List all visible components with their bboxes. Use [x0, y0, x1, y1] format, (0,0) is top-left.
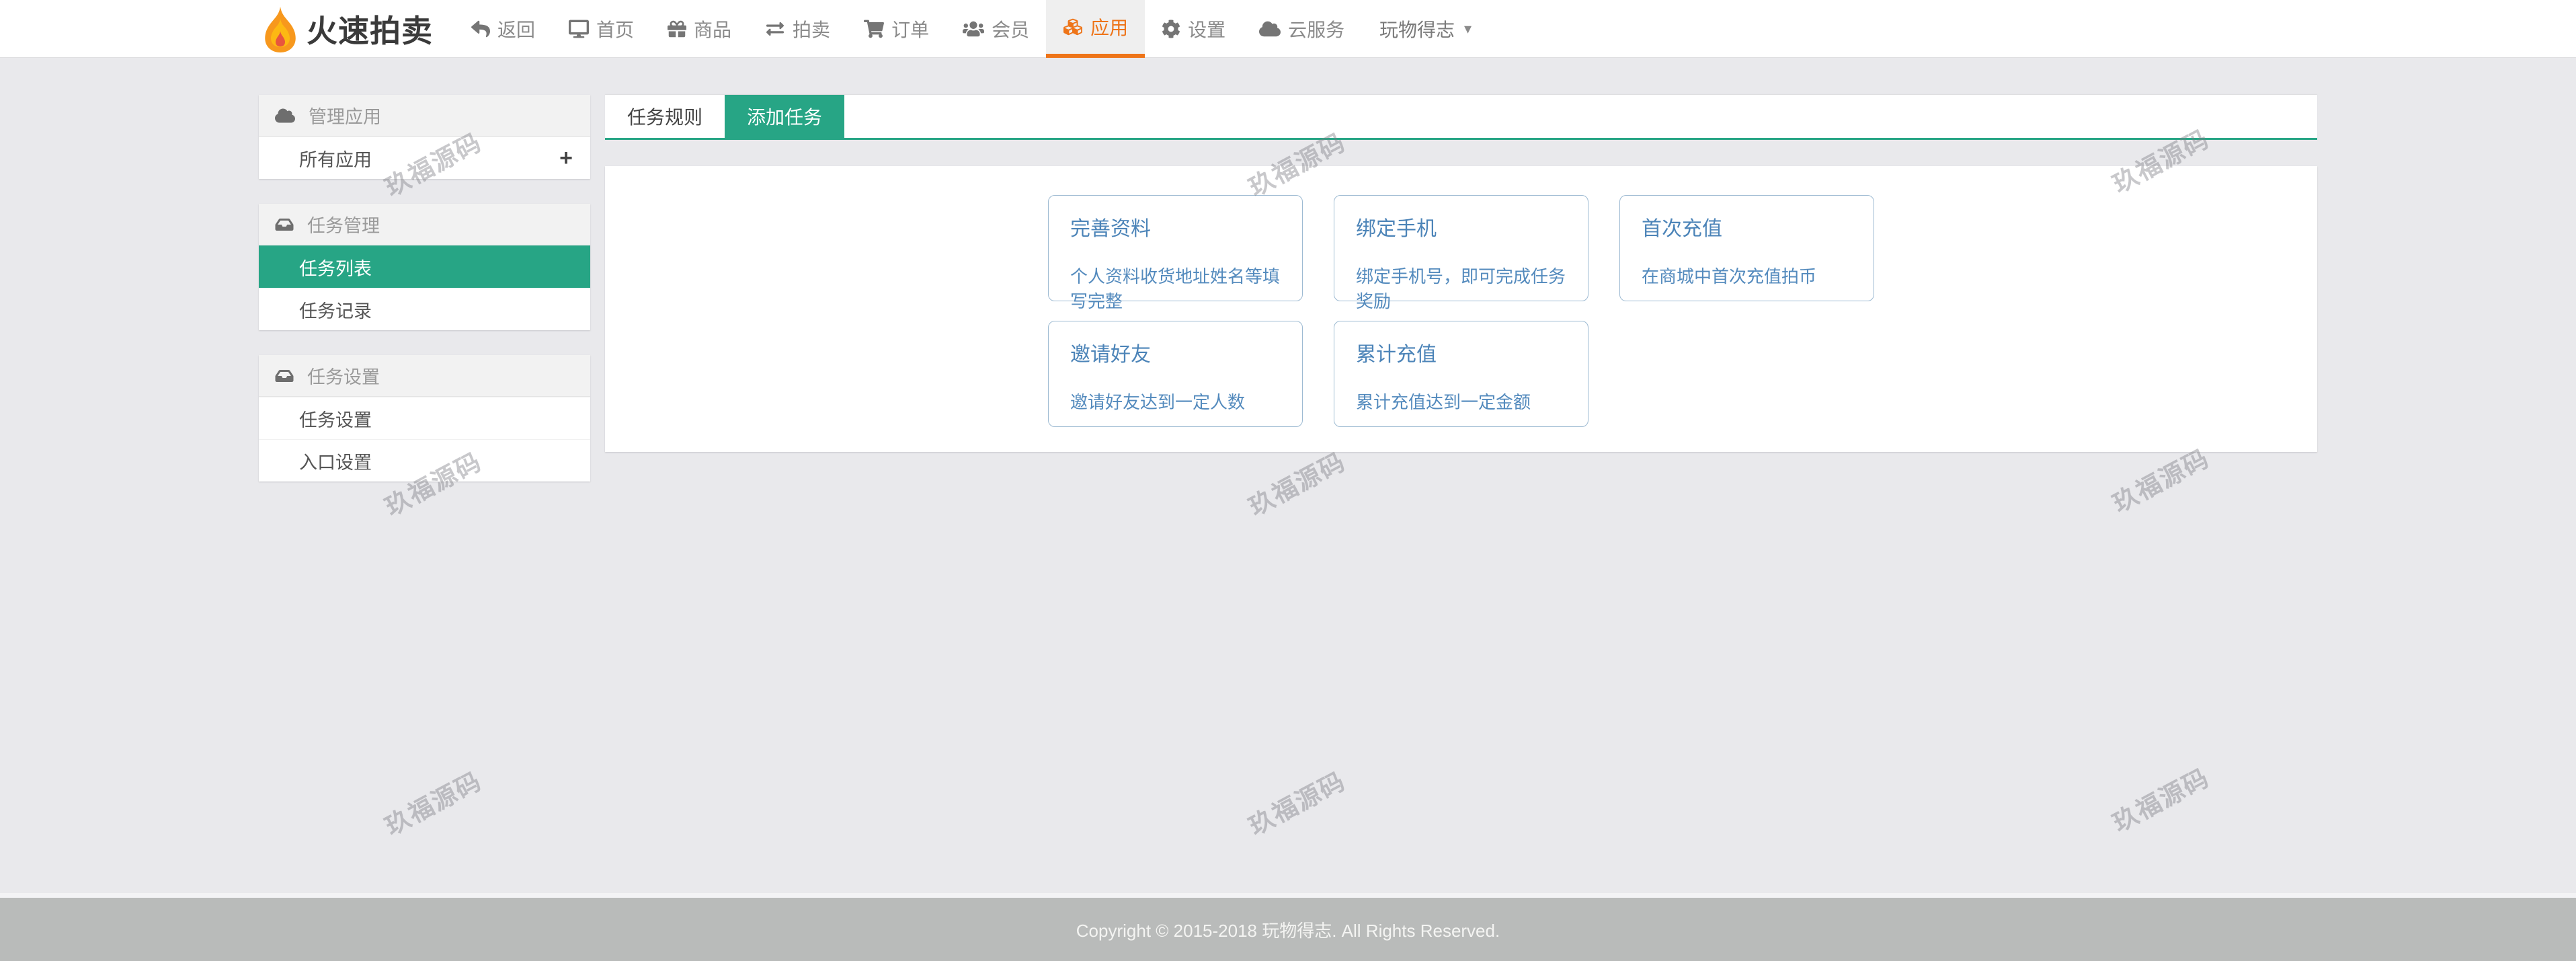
task-options-panel: 完善资料 个人资料收货地址姓名等填写完整 绑定手机 绑定手机号，即可完成任务奖励… — [605, 166, 2317, 452]
brand-logo[interactable]: 火速拍卖 — [261, 0, 433, 58]
card-description: 绑定手机号，即可完成任务奖励 — [1356, 263, 1566, 313]
user-name: 玩物得志 — [1379, 15, 1455, 42]
card-description: 邀请好友达到一定人数 — [1070, 389, 1281, 414]
brand-title: 火速拍卖 — [307, 7, 433, 51]
user-dropdown[interactable]: 玩物得志 ▾ — [1379, 0, 1472, 58]
sidebar-item-all-apps[interactable]: 所有应用 + — [259, 137, 590, 179]
caret-down-icon: ▾ — [1464, 20, 1472, 38]
cubes-icon — [1063, 17, 1083, 36]
nav-item-members[interactable]: 会员 — [946, 0, 1046, 58]
nav-item-home[interactable]: 首页 — [552, 0, 651, 58]
sidebar-item-entry-setting[interactable]: 入口设置 — [259, 439, 590, 482]
watermark: 玖福源码 — [1241, 761, 1351, 843]
task-cards-grid: 完善资料 个人资料收货地址姓名等填写完整 绑定手机 绑定手机号，即可完成任务奖励… — [1048, 195, 1874, 427]
gear-icon — [1162, 20, 1180, 38]
nav-item-apps[interactable]: 应用 — [1046, 0, 1145, 58]
card-title: 首次充值 — [1642, 212, 1852, 241]
plus-icon[interactable]: + — [559, 147, 573, 169]
watermark: 玖福源码 — [1241, 442, 1351, 523]
exchange-icon — [765, 20, 785, 38]
card-title: 邀请好友 — [1070, 338, 1281, 367]
panel-header-task-settings: 任务设置 — [259, 355, 590, 397]
sidebar-item-task-setting[interactable]: 任务设置 — [259, 397, 590, 439]
nav-item-back[interactable]: 返回 — [454, 0, 552, 58]
sidebar-panel-task-settings: 任务设置 任务设置 入口设置 — [259, 355, 590, 482]
desktop-icon — [569, 20, 589, 38]
card-title: 完善资料 — [1070, 212, 1281, 241]
page-footer: Copyright © 2015-2018 玩物得志. All Rights R… — [0, 893, 2576, 961]
cloud-icon — [1259, 20, 1281, 38]
gift-icon — [668, 20, 686, 38]
tab-add-task[interactable]: 添加任务 — [725, 95, 844, 138]
inbox-icon — [275, 217, 294, 233]
copyright-text: Copyright © 2015-2018 玩物得志. All Rights R… — [1076, 917, 1500, 942]
sidebar: 管理应用 所有应用 + 任务管理 任务列表 任务记录 任务设置 任务设置 — [259, 95, 590, 506]
main-nav: 返回 首页 商品 拍卖 订单 — [454, 0, 1361, 58]
task-card-invite-friends[interactable]: 邀请好友 邀请好友达到一定人数 — [1048, 321, 1303, 427]
flame-logo-icon — [261, 5, 300, 52]
task-card-complete-profile[interactable]: 完善资料 个人资料收货地址姓名等填写完整 — [1048, 195, 1303, 301]
tab-task-rules[interactable]: 任务规则 — [605, 95, 725, 138]
users-icon — [963, 20, 984, 38]
sidebar-item-task-records[interactable]: 任务记录 — [259, 288, 590, 330]
sidebar-panel-manage-apps: 管理应用 所有应用 + — [259, 95, 590, 179]
task-card-bind-phone[interactable]: 绑定手机 绑定手机号，即可完成任务奖励 — [1334, 195, 1588, 301]
top-navbar: 火速拍卖 返回 首页 商品 拍卖 — [0, 0, 2576, 58]
task-card-total-recharge[interactable]: 累计充值 累计充值达到一定金额 — [1334, 321, 1588, 427]
nav-item-settings[interactable]: 设置 — [1145, 0, 1242, 58]
watermark: 玖福源码 — [2105, 758, 2214, 839]
inbox-icon — [275, 368, 294, 384]
panel-header-task-manage: 任务管理 — [259, 204, 590, 245]
nav-item-cloud-service[interactable]: 云服务 — [1242, 0, 1361, 58]
panel-header-manage-apps: 管理应用 — [259, 95, 590, 137]
nav-item-goods[interactable]: 商品 — [651, 0, 748, 58]
nav-item-orders[interactable]: 订单 — [847, 0, 946, 58]
task-card-first-recharge[interactable]: 首次充值 在商城中首次充值拍币 — [1619, 195, 1874, 301]
tab-bar: 任务规则 添加任务 — [605, 95, 2317, 140]
card-title: 累计充值 — [1356, 338, 1566, 367]
card-description: 个人资料收货地址姓名等填写完整 — [1070, 263, 1281, 313]
card-description: 在商城中首次充值拍币 — [1642, 263, 1852, 288]
cloud-icon — [275, 108, 295, 124]
watermark: 玖福源码 — [377, 761, 487, 843]
sidebar-item-task-list[interactable]: 任务列表 — [259, 245, 590, 288]
cart-icon — [864, 20, 884, 38]
sidebar-panel-task-manage: 任务管理 任务列表 任务记录 — [259, 204, 590, 330]
reply-icon — [471, 20, 490, 38]
card-title: 绑定手机 — [1356, 212, 1566, 241]
card-description: 累计充值达到一定金额 — [1356, 389, 1566, 414]
nav-item-auction[interactable]: 拍卖 — [748, 0, 847, 58]
main-content: 任务规则 添加任务 完善资料 个人资料收货地址姓名等填写完整 绑定手机 绑定手机… — [605, 95, 2317, 452]
